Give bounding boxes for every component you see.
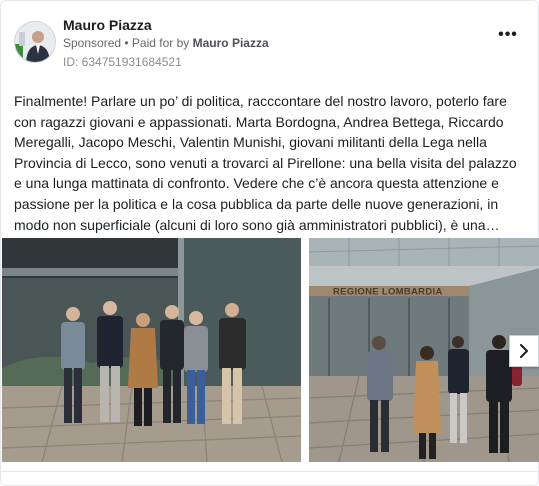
more-dots-icon[interactable]: ••• [498, 27, 518, 44]
post-text: Finalmente! Parlare un po’ di politica, … [14, 93, 517, 233]
paid-for-prefix: Paid for by [131, 36, 193, 50]
card-divider [1, 471, 539, 472]
carousel-next-button[interactable] [509, 335, 539, 367]
avatar-photo [15, 22, 55, 62]
photo-group-image [2, 238, 301, 462]
post-photo-group[interactable] [2, 238, 301, 462]
meta-separator: • [121, 36, 132, 50]
paid-for-name[interactable]: Mauro Piazza [193, 36, 269, 50]
author-name[interactable]: Mauro Piazza [63, 17, 152, 33]
avatar[interactable] [14, 21, 56, 63]
ad-post-card: Mauro Piazza Sponsored • Paid for by Mau… [0, 0, 539, 486]
sponsored-label: Sponsored [63, 36, 122, 50]
post-photo-building[interactable]: REGIONE LOMBARDIA [309, 238, 539, 462]
photo-building-image: REGIONE LOMBARDIA [309, 238, 539, 462]
chevron-right-icon [520, 344, 528, 358]
ad-id: ID: 634751931684521 [63, 55, 182, 69]
building-sign: REGIONE LOMBARDIA [333, 287, 443, 298]
sponsored-line: Sponsored • Paid for by Mauro Piazza [63, 36, 269, 50]
